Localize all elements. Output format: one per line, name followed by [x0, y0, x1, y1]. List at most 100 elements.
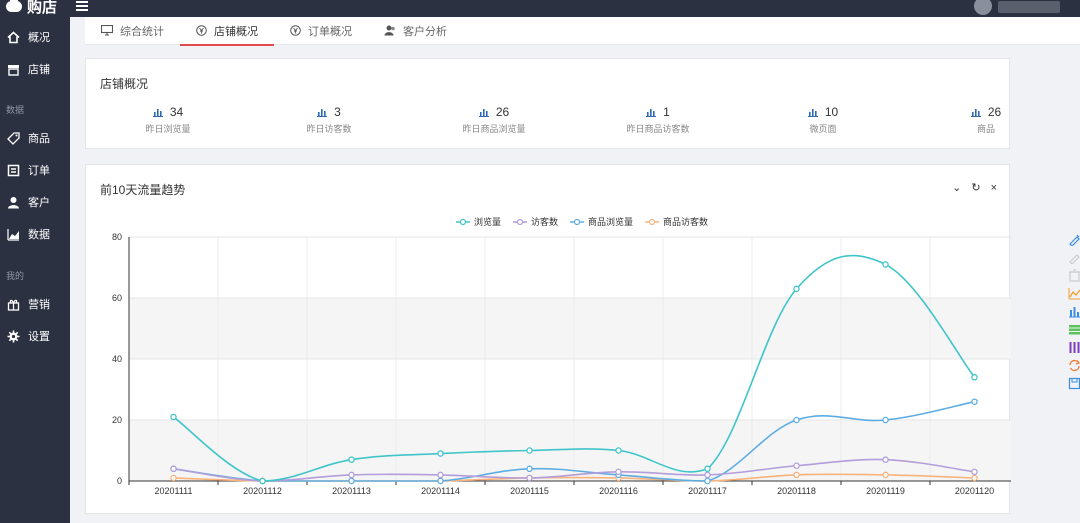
zoom-reset-icon[interactable] — [1067, 251, 1080, 264]
stat-item: 1 昨日商品访客数 — [578, 105, 738, 135]
data-point — [971, 474, 978, 482]
stat-value: 10 — [743, 105, 903, 119]
x-tick-label: 20201117 — [688, 486, 727, 496]
top-bar: 购店 — [0, 0, 1080, 17]
traffic-line-chart: 0 20 40 60 80 20201111 20201112 20201113 2020111… — [112, 232, 1011, 496]
sidebar-item-settings[interactable]: 设置 — [0, 322, 70, 350]
x-tick-label: 20201111 — [154, 486, 192, 496]
app-logo[interactable]: 购店 — [6, 0, 57, 16]
x-tick-label: 20201118 — [777, 486, 816, 496]
data-point — [971, 398, 978, 405]
y-tick-label: 0 — [117, 476, 122, 486]
cloud-icon — [6, 0, 22, 12]
stat-value: 3 — [249, 105, 409, 119]
bar-chart-icon — [152, 108, 163, 117]
data-point — [437, 450, 444, 457]
tab-store-overview[interactable]: 店铺概况 — [180, 17, 274, 46]
stat-label: 昨日商品访客数 — [626, 124, 690, 134]
save-icon[interactable] — [1067, 377, 1080, 390]
data-point — [615, 468, 622, 476]
stat-label: 昨日浏览量 — [145, 124, 191, 134]
data-point — [526, 465, 533, 473]
stat-value: 26 — [906, 105, 1066, 119]
bar-chart-icon — [317, 108, 328, 117]
chart-icon — [6, 227, 20, 241]
tag-icon — [6, 131, 20, 145]
y-tick-label: 20 — [112, 415, 122, 425]
data-point — [615, 447, 622, 454]
data-point — [793, 462, 800, 469]
data-point — [170, 413, 177, 421]
x-tick-label: 20201120 — [955, 486, 994, 496]
stack-icon[interactable] — [1067, 323, 1080, 336]
data-point — [793, 471, 800, 479]
stat-item: 26 昨日商品浏览量 — [414, 105, 574, 135]
line-chart-icon[interactable] — [1067, 287, 1080, 300]
tab-customer-analysis[interactable]: 客户分析 — [368, 17, 463, 45]
stat-item: 10 微页面 — [743, 105, 903, 135]
data-point — [259, 477, 266, 485]
gift-icon — [6, 297, 20, 311]
stat-value-text: 10 — [824, 105, 839, 119]
app-name: 购店 — [27, 0, 58, 16]
data-point — [882, 416, 889, 424]
avatar[interactable] — [974, 0, 992, 15]
data-point — [348, 471, 355, 479]
refresh-icon[interactable] — [1067, 359, 1080, 372]
x-tick-label: 20201112 — [243, 486, 282, 496]
bar-chart-icon — [646, 108, 657, 117]
sidebar-item-overview[interactable]: 概况 — [0, 23, 70, 51]
y-tick-label: 40 — [112, 354, 122, 364]
sidebar-item-data[interactable]: 数据 — [0, 220, 70, 248]
user-icon — [6, 195, 20, 209]
order-icon — [6, 163, 20, 177]
menu-toggle-icon[interactable] — [76, 1, 88, 11]
x-tick-label: 20201114 — [421, 486, 460, 496]
tab-order-overview[interactable]: 订单概况 — [274, 17, 368, 45]
store-overview-title: 店铺概况 — [100, 77, 149, 91]
sidebar-item-customers[interactable]: 客户 — [0, 188, 70, 216]
sidebar-item-products[interactable]: 商品 — [0, 124, 70, 152]
stat-value: 26 — [414, 105, 574, 119]
data-point — [170, 465, 177, 473]
restore-icon[interactable] — [1067, 269, 1080, 282]
sidebar-item-orders[interactable]: 订单 — [0, 156, 70, 184]
stat-label: 昨日访客数 — [306, 124, 352, 134]
grid-band — [129, 420, 1011, 481]
data-point — [170, 474, 177, 482]
stat-value-text: 1 — [663, 105, 670, 119]
stat-item: 3 昨日访客数 — [249, 105, 409, 135]
grid-band — [129, 298, 1011, 359]
bar-chart-icon[interactable] — [1067, 305, 1080, 318]
data-point — [348, 456, 355, 463]
stat-value-text: 3 — [334, 105, 341, 119]
sidebar-item-store[interactable]: 店铺 — [0, 55, 70, 83]
data-point — [704, 477, 711, 485]
stat-label: 微页面 — [809, 124, 837, 134]
stat-value-text: 26 — [495, 105, 510, 119]
monitor-icon — [101, 25, 113, 36]
x-tick-label: 20201119 — [866, 486, 905, 496]
stat-value: 1 — [578, 105, 738, 119]
data-point — [882, 471, 889, 479]
data-point — [704, 471, 711, 479]
tab-overall-stats[interactable]: 综合统计 — [85, 17, 180, 45]
chart-toolbox — [1067, 233, 1080, 390]
data-point — [704, 465, 711, 473]
bar-chart-icon — [807, 108, 818, 117]
data-point — [437, 477, 444, 485]
data-point — [437, 471, 444, 479]
data-point — [882, 261, 889, 268]
store-icon — [6, 62, 20, 76]
sidebar-section-mine: 我的 — [6, 271, 25, 281]
sidebar-item-marketing[interactable]: 营销 — [0, 290, 70, 318]
tiled-icon[interactable] — [1067, 341, 1080, 354]
stat-value: 34 — [88, 105, 248, 119]
zoom-icon[interactable] — [1067, 233, 1080, 246]
y-tick-label: 80 — [112, 232, 122, 242]
data-point — [526, 447, 533, 454]
users-icon — [384, 25, 396, 36]
stat-label: 昨日商品浏览量 — [462, 124, 526, 134]
stat-label: 商品 — [976, 124, 995, 134]
user-name-redacted[interactable] — [998, 1, 1060, 13]
